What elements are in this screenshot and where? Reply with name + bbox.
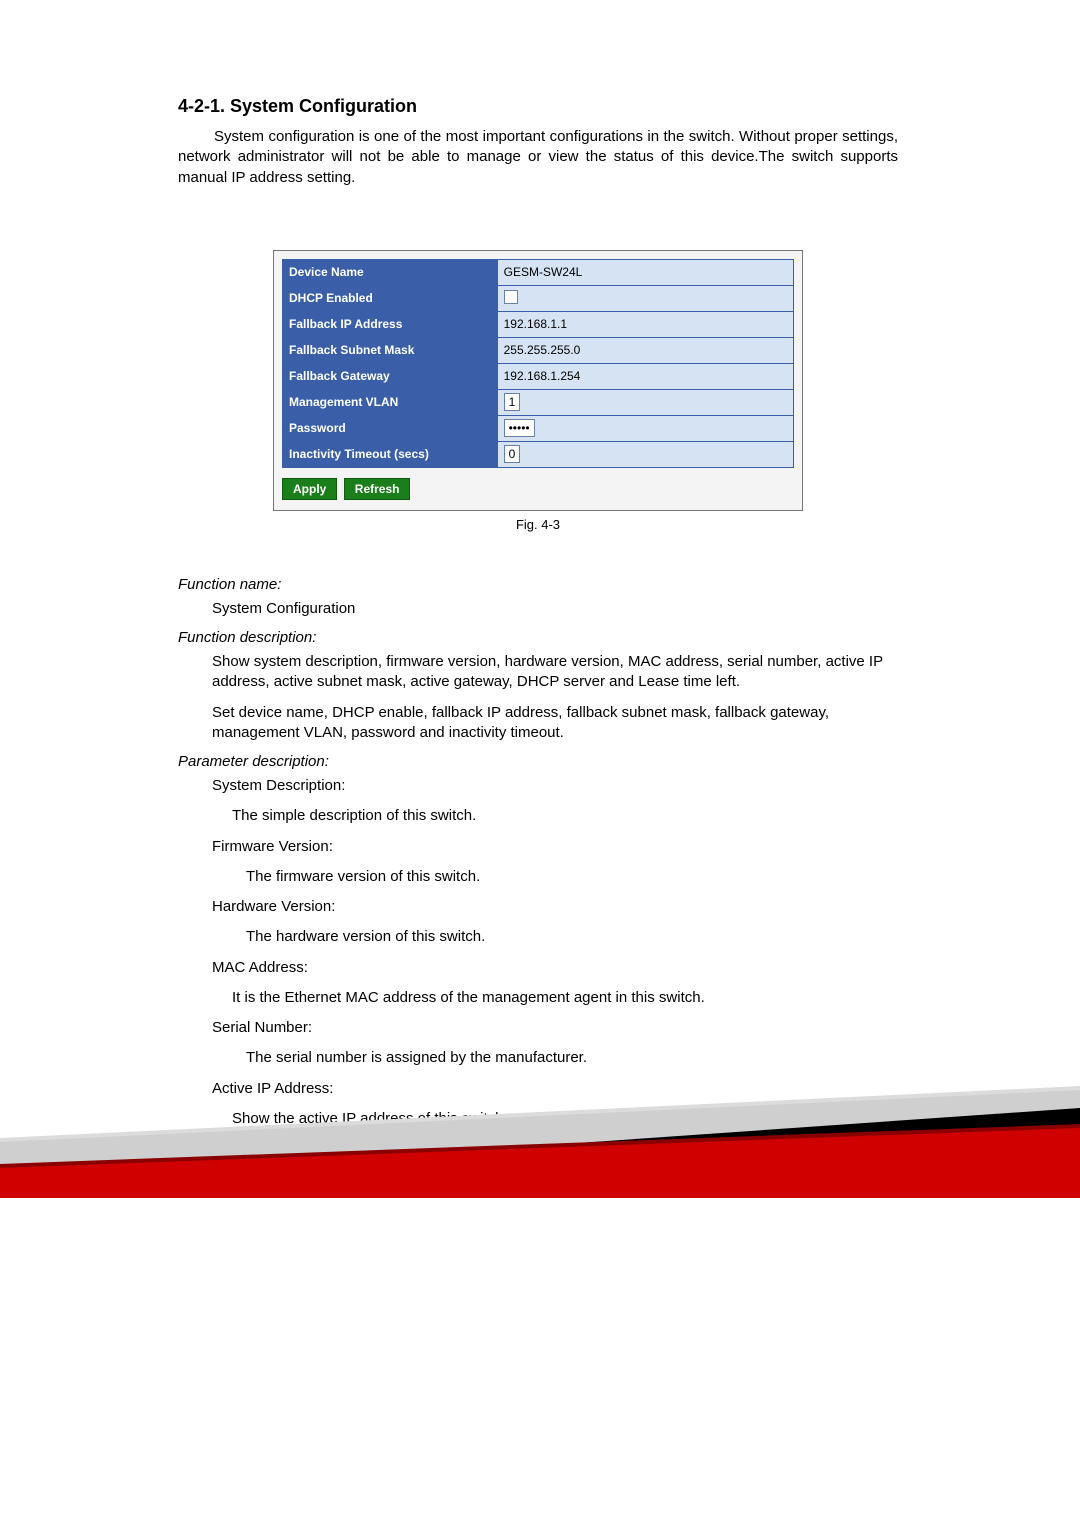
row-password-value: •••••	[497, 415, 793, 441]
mgmt-vlan-input[interactable]: 1	[504, 393, 521, 411]
figure-4-3: Device Name GESM-SW24L DHCP Enabled Fall…	[273, 250, 803, 532]
document-page: { "heading": "4-2-1. System Configuratio…	[0, 0, 1080, 1528]
row-mgmt-vlan-value: 1	[497, 389, 793, 415]
function-description-p1: Show system description, firmware versio…	[212, 652, 898, 693]
dhcp-checkbox[interactable]	[504, 290, 518, 304]
param-system-description-desc: The simple description of this switch.	[232, 806, 898, 826]
config-panel: Device Name GESM-SW24L DHCP Enabled Fall…	[273, 250, 803, 511]
param-firmware-version-desc: The firmware version of this switch.	[246, 867, 898, 887]
row-inactivity-timeout-value: 0	[497, 441, 793, 467]
apply-button[interactable]: Apply	[282, 478, 337, 500]
password-input[interactable]: •••••	[504, 419, 535, 437]
refresh-button[interactable]: Refresh	[344, 478, 411, 500]
row-password-label: Password	[283, 415, 498, 441]
row-dhcp-enabled-value	[497, 285, 793, 311]
row-fallback-gateway-value: 192.168.1.254	[497, 363, 793, 389]
row-device-name-label: Device Name	[283, 259, 498, 285]
intro-paragraph: System configuration is one of the most …	[178, 127, 898, 188]
function-description-p2: Set device name, DHCP enable, fallback I…	[212, 703, 898, 744]
function-description-label: Function description:	[178, 629, 898, 646]
param-serial-number-name: Serial Number:	[212, 1018, 898, 1038]
param-serial-number-desc: The serial number is assigned by the man…	[246, 1048, 898, 1068]
param-hardware-version-name: Hardware Version:	[212, 897, 898, 917]
row-fallback-gateway-label: Fallback Gateway	[283, 363, 498, 389]
section-heading: 4-2-1. System Configuration	[178, 96, 898, 117]
config-table: Device Name GESM-SW24L DHCP Enabled Fall…	[282, 259, 794, 468]
row-inactivity-timeout-label: Inactivity Timeout (secs)	[283, 441, 498, 467]
row-fallback-subnet-value: 255.255.255.0	[497, 337, 793, 363]
param-firmware-version-name: Firmware Version:	[212, 837, 898, 857]
row-fallback-subnet-label: Fallback Subnet Mask	[283, 337, 498, 363]
content-area: 4-2-1. System Configuration System confi…	[178, 96, 898, 1139]
function-name-label: Function name:	[178, 576, 898, 593]
param-mac-address-name: MAC Address:	[212, 958, 898, 978]
inactivity-input[interactable]: 0	[504, 445, 521, 463]
row-dhcp-enabled-label: DHCP Enabled	[283, 285, 498, 311]
figure-caption: Fig. 4-3	[273, 517, 803, 532]
function-name-value: System Configuration	[212, 599, 898, 619]
footer-graphic	[0, 1068, 1080, 1198]
parameter-description-label: Parameter description:	[178, 753, 898, 770]
row-device-name-value: GESM-SW24L	[497, 259, 793, 285]
param-mac-address-desc: It is the Ethernet MAC address of the ma…	[232, 988, 898, 1008]
row-fallback-ip-label: Fallback IP Address	[283, 311, 498, 337]
param-system-description-name: System Description:	[212, 776, 898, 796]
row-fallback-ip-value: 192.168.1.1	[497, 311, 793, 337]
button-row: Apply Refresh	[282, 478, 794, 500]
param-hardware-version-desc: The hardware version of this switch.	[246, 927, 898, 947]
row-mgmt-vlan-label: Management VLAN	[283, 389, 498, 415]
